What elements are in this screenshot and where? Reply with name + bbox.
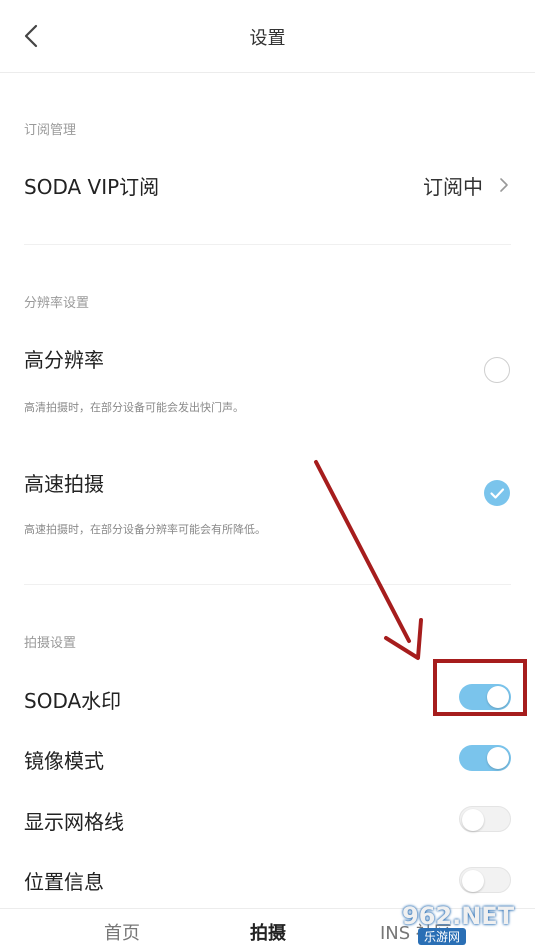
- vip-subscription-label: SODA VIP订阅: [24, 175, 160, 199]
- toggle-knob: [462, 870, 484, 892]
- tab-capture[interactable]: 拍摄: [250, 919, 286, 945]
- setting-label: 镜像模式: [24, 749, 104, 773]
- option-description: 高速拍摄时，在部分设备分辨率可能会有所降低。: [24, 523, 266, 536]
- radio-selected[interactable]: [484, 480, 510, 506]
- header-bar: 设置: [0, 0, 535, 73]
- watermark-subtext: 乐游网: [418, 928, 467, 945]
- checkmark-icon: [490, 488, 505, 499]
- toggle-knob: [462, 809, 484, 831]
- setting-label: 显示网格线: [24, 810, 124, 834]
- option-title: 高速拍摄: [24, 472, 104, 496]
- vip-status-text: 订阅中: [423, 175, 483, 199]
- grid-lines-toggle[interactable]: [459, 806, 511, 832]
- watermark-text: 962.NET: [402, 902, 515, 930]
- toggle-knob: [487, 747, 509, 769]
- section-label-resolution: 分辨率设置: [24, 296, 90, 311]
- option-title: 高分辨率: [24, 348, 104, 372]
- tab-home[interactable]: 首页: [104, 919, 140, 945]
- radio-unselected[interactable]: [484, 357, 510, 383]
- section-label-capture: 拍摄设置: [24, 636, 77, 651]
- divider: [24, 584, 511, 585]
- page-title: 设置: [249, 28, 286, 49]
- option-description: 高清拍摄时，在部分设备可能会发出快门声。: [24, 401, 244, 414]
- divider: [24, 244, 511, 245]
- location-toggle[interactable]: [459, 867, 511, 893]
- section-label-subscription: 订阅管理: [24, 123, 77, 138]
- annotation-highlight-box: [433, 659, 527, 716]
- site-watermark-logo: 962.NET 乐游网: [398, 902, 532, 948]
- mirror-mode-toggle[interactable]: [459, 745, 511, 771]
- chevron-right-icon: [500, 178, 508, 192]
- setting-label: SODA水印: [24, 689, 122, 713]
- setting-label: 位置信息: [24, 870, 104, 894]
